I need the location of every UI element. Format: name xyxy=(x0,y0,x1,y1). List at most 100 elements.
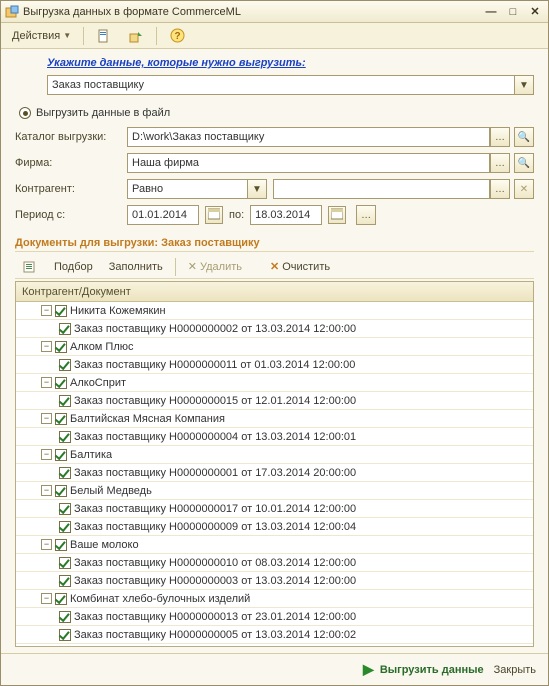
maximize-button[interactable]: □ xyxy=(504,4,522,20)
collapse-icon[interactable]: − xyxy=(41,539,52,550)
checkbox[interactable] xyxy=(55,341,67,353)
collapse-icon[interactable]: − xyxy=(41,593,52,604)
radio-to-file[interactable]: Выгрузить данные в файл xyxy=(19,107,534,119)
contragent-op-select[interactable]: Равно xyxy=(127,179,247,199)
checkbox[interactable] xyxy=(59,395,71,407)
toolbar-btn-1[interactable] xyxy=(89,26,119,46)
close-window-button[interactable]: ✕ xyxy=(526,4,544,20)
group-name: Ваше молоко xyxy=(70,539,139,551)
separator xyxy=(83,27,84,45)
checkbox[interactable] xyxy=(59,611,71,623)
collapse-icon[interactable]: − xyxy=(41,485,52,496)
tree-doc-row[interactable]: Заказ поставщику Н0000000003 от 13.03.20… xyxy=(16,572,533,590)
firm-label: Фирма: xyxy=(15,157,127,169)
minimize-button[interactable]: — xyxy=(482,4,500,20)
tree-group-row[interactable]: −Алком Плюс xyxy=(16,338,533,356)
checkbox[interactable] xyxy=(55,593,67,605)
collapse-icon[interactable]: − xyxy=(41,305,52,316)
help-button[interactable]: ? xyxy=(162,26,192,46)
app-icon xyxy=(5,5,19,19)
checkbox[interactable] xyxy=(59,629,71,641)
play-icon: ▶ xyxy=(363,661,374,678)
doc-name: Заказ поставщику Н0000000001 от 17.03.20… xyxy=(74,467,356,479)
chevron-down-icon: ▼ xyxy=(519,80,529,91)
catalog-input[interactable]: D:\work\Заказ поставщику xyxy=(127,127,490,147)
ellipsis-icon: … xyxy=(495,158,505,169)
checkbox[interactable] xyxy=(59,557,71,569)
date-from-picker[interactable] xyxy=(205,206,223,224)
collapse-icon[interactable]: − xyxy=(41,413,52,424)
checkbox[interactable] xyxy=(59,575,71,587)
checkbox[interactable] xyxy=(59,323,71,335)
collapse-icon[interactable]: − xyxy=(41,377,52,388)
period-more-button[interactable]: … xyxy=(356,205,376,225)
tree-doc-row[interactable]: Заказ поставщику Н0000000002 от 13.03.20… xyxy=(16,320,533,338)
tree-doc-row[interactable]: Заказ поставщику Н0000000011 от 01.03.20… xyxy=(16,356,533,374)
checkbox[interactable] xyxy=(59,431,71,443)
dropdown-button[interactable]: ▼ xyxy=(514,75,534,95)
collapse-icon[interactable]: − xyxy=(41,449,52,460)
browse-button[interactable]: … xyxy=(490,127,510,147)
tree-doc-row[interactable]: Заказ поставщику Н0000000009 от 13.03.20… xyxy=(16,518,533,536)
date-to-picker[interactable] xyxy=(328,206,346,224)
contragent-value-input[interactable] xyxy=(273,179,490,199)
tree-group-row[interactable]: −АлкоСприт xyxy=(16,374,533,392)
tree-doc-row[interactable]: Заказ поставщику Н0000000004 от 13.03.20… xyxy=(16,428,533,446)
tree-grid: Контрагент/Документ −Никита Кожемякин Зак… xyxy=(15,281,534,647)
tree-doc-row[interactable]: Заказ поставщику Н0000000015 от 12.01.20… xyxy=(16,392,533,410)
doc-name: Заказ поставщику Н0000000002 от 13.03.20… xyxy=(74,323,356,335)
chevron-down-icon: ▼ xyxy=(63,31,71,40)
tree-group-row[interactable]: −Балтийская Мясная Компания xyxy=(16,410,533,428)
toolbar-btn-2[interactable] xyxy=(121,26,151,46)
tree-group-row[interactable]: − Ваше молоко xyxy=(16,536,533,554)
date-from-input[interactable]: 01.01.2014 xyxy=(127,205,199,225)
checkbox[interactable] xyxy=(59,503,71,515)
tree-group-row[interactable]: −ЛВЗ Ромашка xyxy=(16,644,533,646)
search-firm-button[interactable]: 🔍 xyxy=(514,153,534,173)
checkbox[interactable] xyxy=(55,413,67,425)
tree-doc-row[interactable]: Заказ поставщику Н0000000010 от 08.03.20… xyxy=(16,554,533,572)
doc-name: Заказ поставщику Н0000000017 от 10.01.20… xyxy=(74,503,356,515)
firm-browse-button[interactable]: … xyxy=(490,153,510,173)
tree-group-row[interactable]: −Белый Медведь xyxy=(16,482,533,500)
window: Выгрузка данных в формате CommerceML — □… xyxy=(0,0,549,686)
tree-doc-row[interactable]: Заказ поставщику Н0000000013 от 23.01.20… xyxy=(16,608,533,626)
collapse-icon[interactable]: − xyxy=(41,341,52,352)
separator xyxy=(175,258,176,276)
checkbox[interactable] xyxy=(55,377,67,389)
tree-header[interactable]: Контрагент/Документ xyxy=(16,282,533,302)
fill-button[interactable]: Заполнить xyxy=(102,257,170,277)
checkbox[interactable] xyxy=(59,467,71,479)
actions-menu[interactable]: Действия ▼ xyxy=(5,26,78,46)
actions-label: Действия xyxy=(12,30,60,42)
date-to-input[interactable]: 18.03.2014 xyxy=(250,205,322,225)
tree-group-row[interactable]: −Никита Кожемякин xyxy=(16,302,533,320)
radio-dot-icon xyxy=(19,107,31,119)
data-type-select[interactable]: Заказ поставщику xyxy=(47,75,514,95)
tree-body[interactable]: −Никита Кожемякин Заказ поставщику Н00000… xyxy=(16,302,533,646)
checkbox[interactable] xyxy=(55,305,67,317)
firm-input[interactable]: Наша фирма xyxy=(127,153,490,173)
delete-button[interactable]: ✕ Удалить xyxy=(181,257,249,277)
checkbox[interactable] xyxy=(55,485,67,497)
tree-doc-row[interactable]: Заказ поставщику Н0000000001 от 17.03.20… xyxy=(16,464,533,482)
search-catalog-button[interactable]: 🔍 xyxy=(514,127,534,147)
tree-group-row[interactable]: −Балтика xyxy=(16,446,533,464)
clear-contragent-button[interactable]: ✕ xyxy=(514,179,534,199)
tree-group-row[interactable]: −Комбинат хлебо-булочных изделий xyxy=(16,590,533,608)
contragent-op-dd[interactable]: ▼ xyxy=(247,179,267,199)
catalog-label: Каталог выгрузки: xyxy=(15,131,127,143)
tree-doc-row[interactable]: Заказ поставщику Н0000000017 от 10.01.20… xyxy=(16,500,533,518)
export-button[interactable]: ▶ Выгрузить данные xyxy=(363,661,484,678)
toolbar-add-button[interactable] xyxy=(15,257,45,277)
checkbox[interactable] xyxy=(55,449,67,461)
doc-name: Заказ поставщику Н0000000009 от 13.03.20… xyxy=(74,521,356,533)
checkbox[interactable] xyxy=(59,521,71,533)
tree-doc-row[interactable]: Заказ поставщику Н0000000005 от 13.03.20… xyxy=(16,626,533,644)
checkbox[interactable] xyxy=(59,359,71,371)
checkbox[interactable] xyxy=(55,539,67,551)
select-button[interactable]: Подбор xyxy=(47,257,100,277)
close-button[interactable]: Закрыть xyxy=(494,664,536,676)
clear-button[interactable]: ✕ Очистить xyxy=(263,257,337,277)
contragent-browse-button[interactable]: … xyxy=(490,179,510,199)
